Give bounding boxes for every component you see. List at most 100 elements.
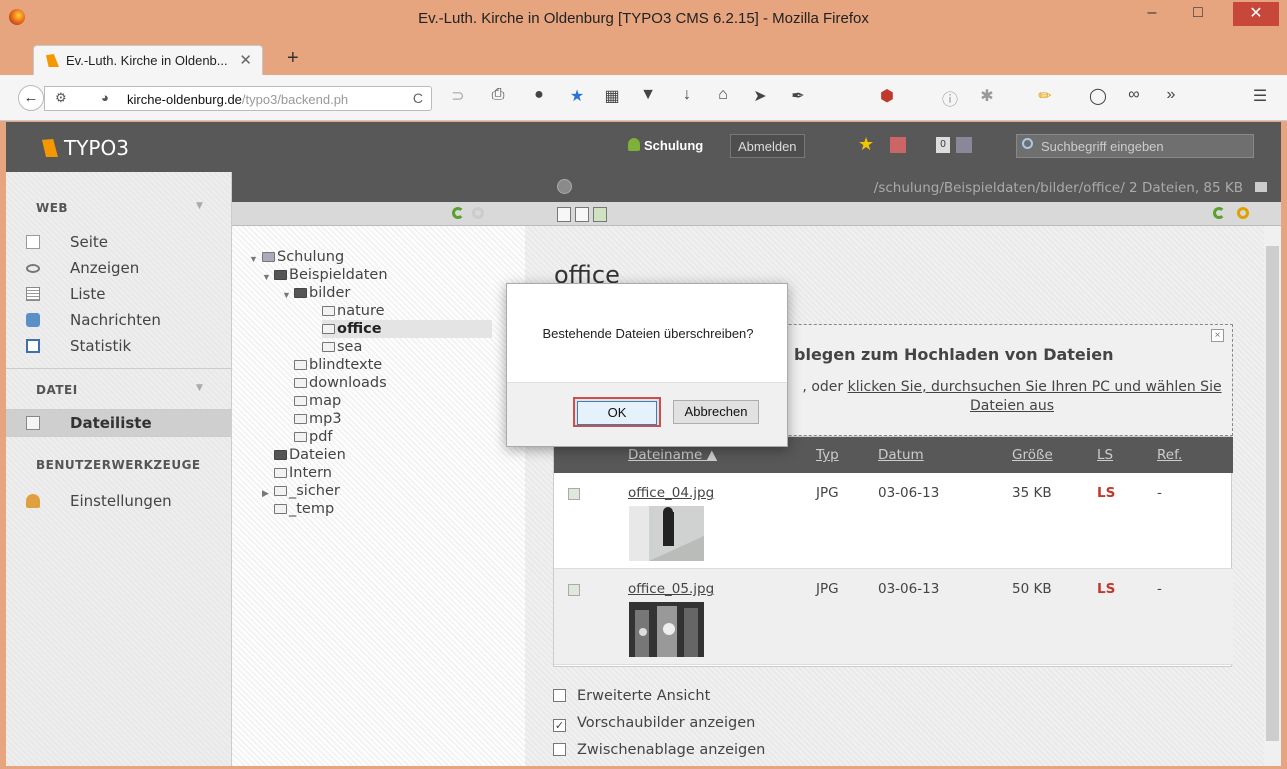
checkbox-unchecked[interactable] — [553, 689, 566, 702]
testpilot-icon[interactable]: ● — [527, 86, 551, 104]
download-icon[interactable]: ↓ — [675, 86, 699, 104]
rss-icon[interactable]: ⊃ — [446, 86, 470, 106]
file-thumbnail[interactable] — [629, 506, 704, 561]
module-group-benutzerwerkzeuge[interactable]: BENUTZERWERKZEUGE — [6, 458, 232, 472]
filter-icon[interactable] — [472, 207, 484, 219]
tree-node-beispieldaten[interactable]: Beispieldaten — [274, 266, 388, 284]
puzzle-icon[interactable]: ✱ — [975, 86, 999, 106]
home-icon[interactable]: ⌂ — [711, 86, 735, 104]
cancel-button[interactable]: Abbrechen — [673, 400, 759, 424]
row-checkbox[interactable] — [568, 488, 580, 500]
ok-button[interactable]: OK — [573, 397, 661, 427]
print-icon[interactable]: ⎙ — [486, 86, 510, 104]
live-search-badge[interactable]: 0 — [936, 137, 950, 153]
tree-node-schulung[interactable]: Schulung — [262, 248, 344, 266]
file-name-link[interactable]: office_04.jpg — [628, 485, 714, 501]
table-row[interactable]: office_05.jpg JPG 03-06-13 50 KB LS - — [554, 569, 1233, 665]
settings-icon[interactable] — [1237, 207, 1249, 219]
overflow-icon[interactable]: » — [1159, 86, 1183, 104]
tree-node-sea[interactable]: sea — [322, 338, 362, 356]
tree-node-nature[interactable]: nature — [322, 302, 385, 320]
scrollbar-thumb[interactable] — [1266, 246, 1279, 741]
refresh-icon[interactable] — [452, 207, 464, 219]
back-button[interactable]: ← — [18, 85, 44, 111]
option-vorschaubilder[interactable]: ✓ Vorschaubilder anzeigen — [553, 715, 755, 732]
new-file-icon[interactable] — [575, 207, 589, 222]
browse-files-link[interactable]: klicken Sie, durchsuchen Sie Ihren PC un… — [848, 379, 1222, 414]
close-window-button[interactable]: ✕ — [1233, 2, 1279, 26]
tree-node-intern[interactable]: Intern — [274, 464, 332, 482]
pocket-icon[interactable]: ▼ — [636, 86, 660, 104]
expand-arrow-icon[interactable]: ▼ — [262, 272, 271, 282]
column-datum[interactable]: Datum — [878, 447, 924, 463]
column-ls[interactable]: LS — [1097, 447, 1113, 463]
column-typ[interactable]: Typ — [816, 447, 839, 463]
typo3-logo[interactable]: TYPO3 — [42, 136, 129, 160]
collapsed-arrow-icon[interactable]: ▶ — [262, 488, 269, 499]
dropzone-close-icon[interactable]: × — [1211, 329, 1224, 342]
reading-list-icon[interactable]: ▦ — [600, 86, 624, 106]
expand-arrow-icon[interactable]: ▼ — [249, 254, 258, 264]
module-item-statistik[interactable]: Statistik — [6, 333, 232, 359]
module-item-dateiliste[interactable]: Dateiliste — [6, 410, 232, 436]
column-dateiname[interactable]: Dateiname ▲ — [628, 447, 717, 463]
dropper-icon[interactable]: ✒ — [786, 86, 810, 106]
module-item-einstellungen[interactable]: Einstellungen — [6, 488, 232, 514]
user-name[interactable]: Schulung — [628, 138, 703, 153]
checkbox-unchecked[interactable] — [553, 743, 566, 756]
checkbox-checked[interactable]: ✓ — [553, 719, 566, 732]
maximize-button[interactable]: □ — [1181, 0, 1215, 28]
browser-tab[interactable]: Ev.-Luth. Kirche in Oldenb... ✕ — [33, 45, 263, 75]
option-erweiterte-ansicht[interactable]: Erweiterte Ansicht — [553, 688, 710, 704]
bookmark-star-icon[interactable]: ★ — [565, 86, 589, 106]
module-item-anzeigen[interactable]: Anzeigen — [6, 255, 232, 281]
tree-node-blindtexte[interactable]: blindtexte — [294, 356, 382, 374]
file-ls[interactable]: LS — [1097, 581, 1115, 597]
module-item-nachrichten[interactable]: Nachrichten — [6, 307, 232, 333]
column-ref[interactable]: Ref. — [1157, 447, 1182, 463]
expand-arrow-icon[interactable]: ▼ — [282, 290, 291, 300]
bookmarks-star-icon[interactable]: ★ — [858, 134, 874, 155]
search-input[interactable]: Suchbegriff eingeben — [1016, 134, 1254, 158]
minimize-button[interactable]: – — [1135, 0, 1169, 28]
tree-node-downloads[interactable]: downloads — [294, 374, 387, 392]
module-group-web[interactable]: WEB ▼ — [6, 201, 232, 215]
url-bar[interactable]: ⚙ ◕ kirche-oldenburg.de/typo3/backend.ph… — [44, 86, 432, 111]
upload-icon[interactable] — [557, 207, 571, 222]
info-icon[interactable] — [557, 179, 572, 194]
tree-node-office[interactable]: office — [322, 320, 492, 338]
module-group-datei[interactable]: DATEI ▼ — [6, 383, 232, 397]
tab-close-icon[interactable]: ✕ — [239, 51, 252, 69]
module-item-liste[interactable]: Liste — [6, 281, 232, 307]
ip-icon[interactable]: ⓘ — [938, 86, 962, 110]
tree-node-bilder[interactable]: bilder — [294, 284, 350, 302]
tree-node-sicher[interactable]: _sicher — [274, 482, 340, 500]
reload-icon[interactable]: C — [413, 90, 423, 106]
tree-node-map[interactable]: map — [294, 392, 341, 410]
file-thumbnail[interactable] — [629, 602, 704, 657]
new-tab-button[interactable]: + — [287, 47, 299, 70]
sync-icon[interactable]: ◯ — [1086, 86, 1110, 106]
send-icon[interactable]: ➤ — [748, 86, 772, 106]
table-row[interactable]: office_04.jpg JPG 03-06-13 35 KB LS - — [554, 473, 1233, 569]
mask-icon[interactable]: ∞ — [1122, 86, 1146, 104]
brush-icon[interactable]: ✏ — [1033, 86, 1057, 106]
adblock-icon[interactable]: ⬢ — [875, 86, 899, 106]
option-zwischenablage[interactable]: Zwischenablage anzeigen — [553, 742, 765, 758]
tree-node-pdf[interactable]: pdf — [294, 428, 333, 446]
module-item-seite[interactable]: Seite — [6, 229, 232, 255]
hamburger-menu-icon[interactable]: ☰ — [1248, 86, 1272, 106]
logout-button[interactable]: Abmelden — [730, 134, 805, 158]
url-text[interactable]: kirche-oldenburg.de/typo3/backend.ph — [127, 92, 377, 107]
content-scrollbar[interactable] — [1264, 226, 1281, 766]
file-name-link[interactable]: office_05.jpg — [628, 581, 714, 597]
workspace-icon[interactable] — [956, 137, 972, 153]
column-groesse[interactable]: Größe — [1012, 447, 1053, 463]
tree-node-dateien[interactable]: Dateien — [274, 446, 346, 464]
clear-cache-icon[interactable] — [890, 137, 906, 153]
row-checkbox[interactable] — [568, 584, 580, 596]
tree-node-temp[interactable]: _temp — [274, 500, 334, 518]
tree-node-mp3[interactable]: mp3 — [294, 410, 342, 428]
refresh-icon[interactable] — [1213, 207, 1225, 219]
file-ls[interactable]: LS — [1097, 485, 1115, 501]
